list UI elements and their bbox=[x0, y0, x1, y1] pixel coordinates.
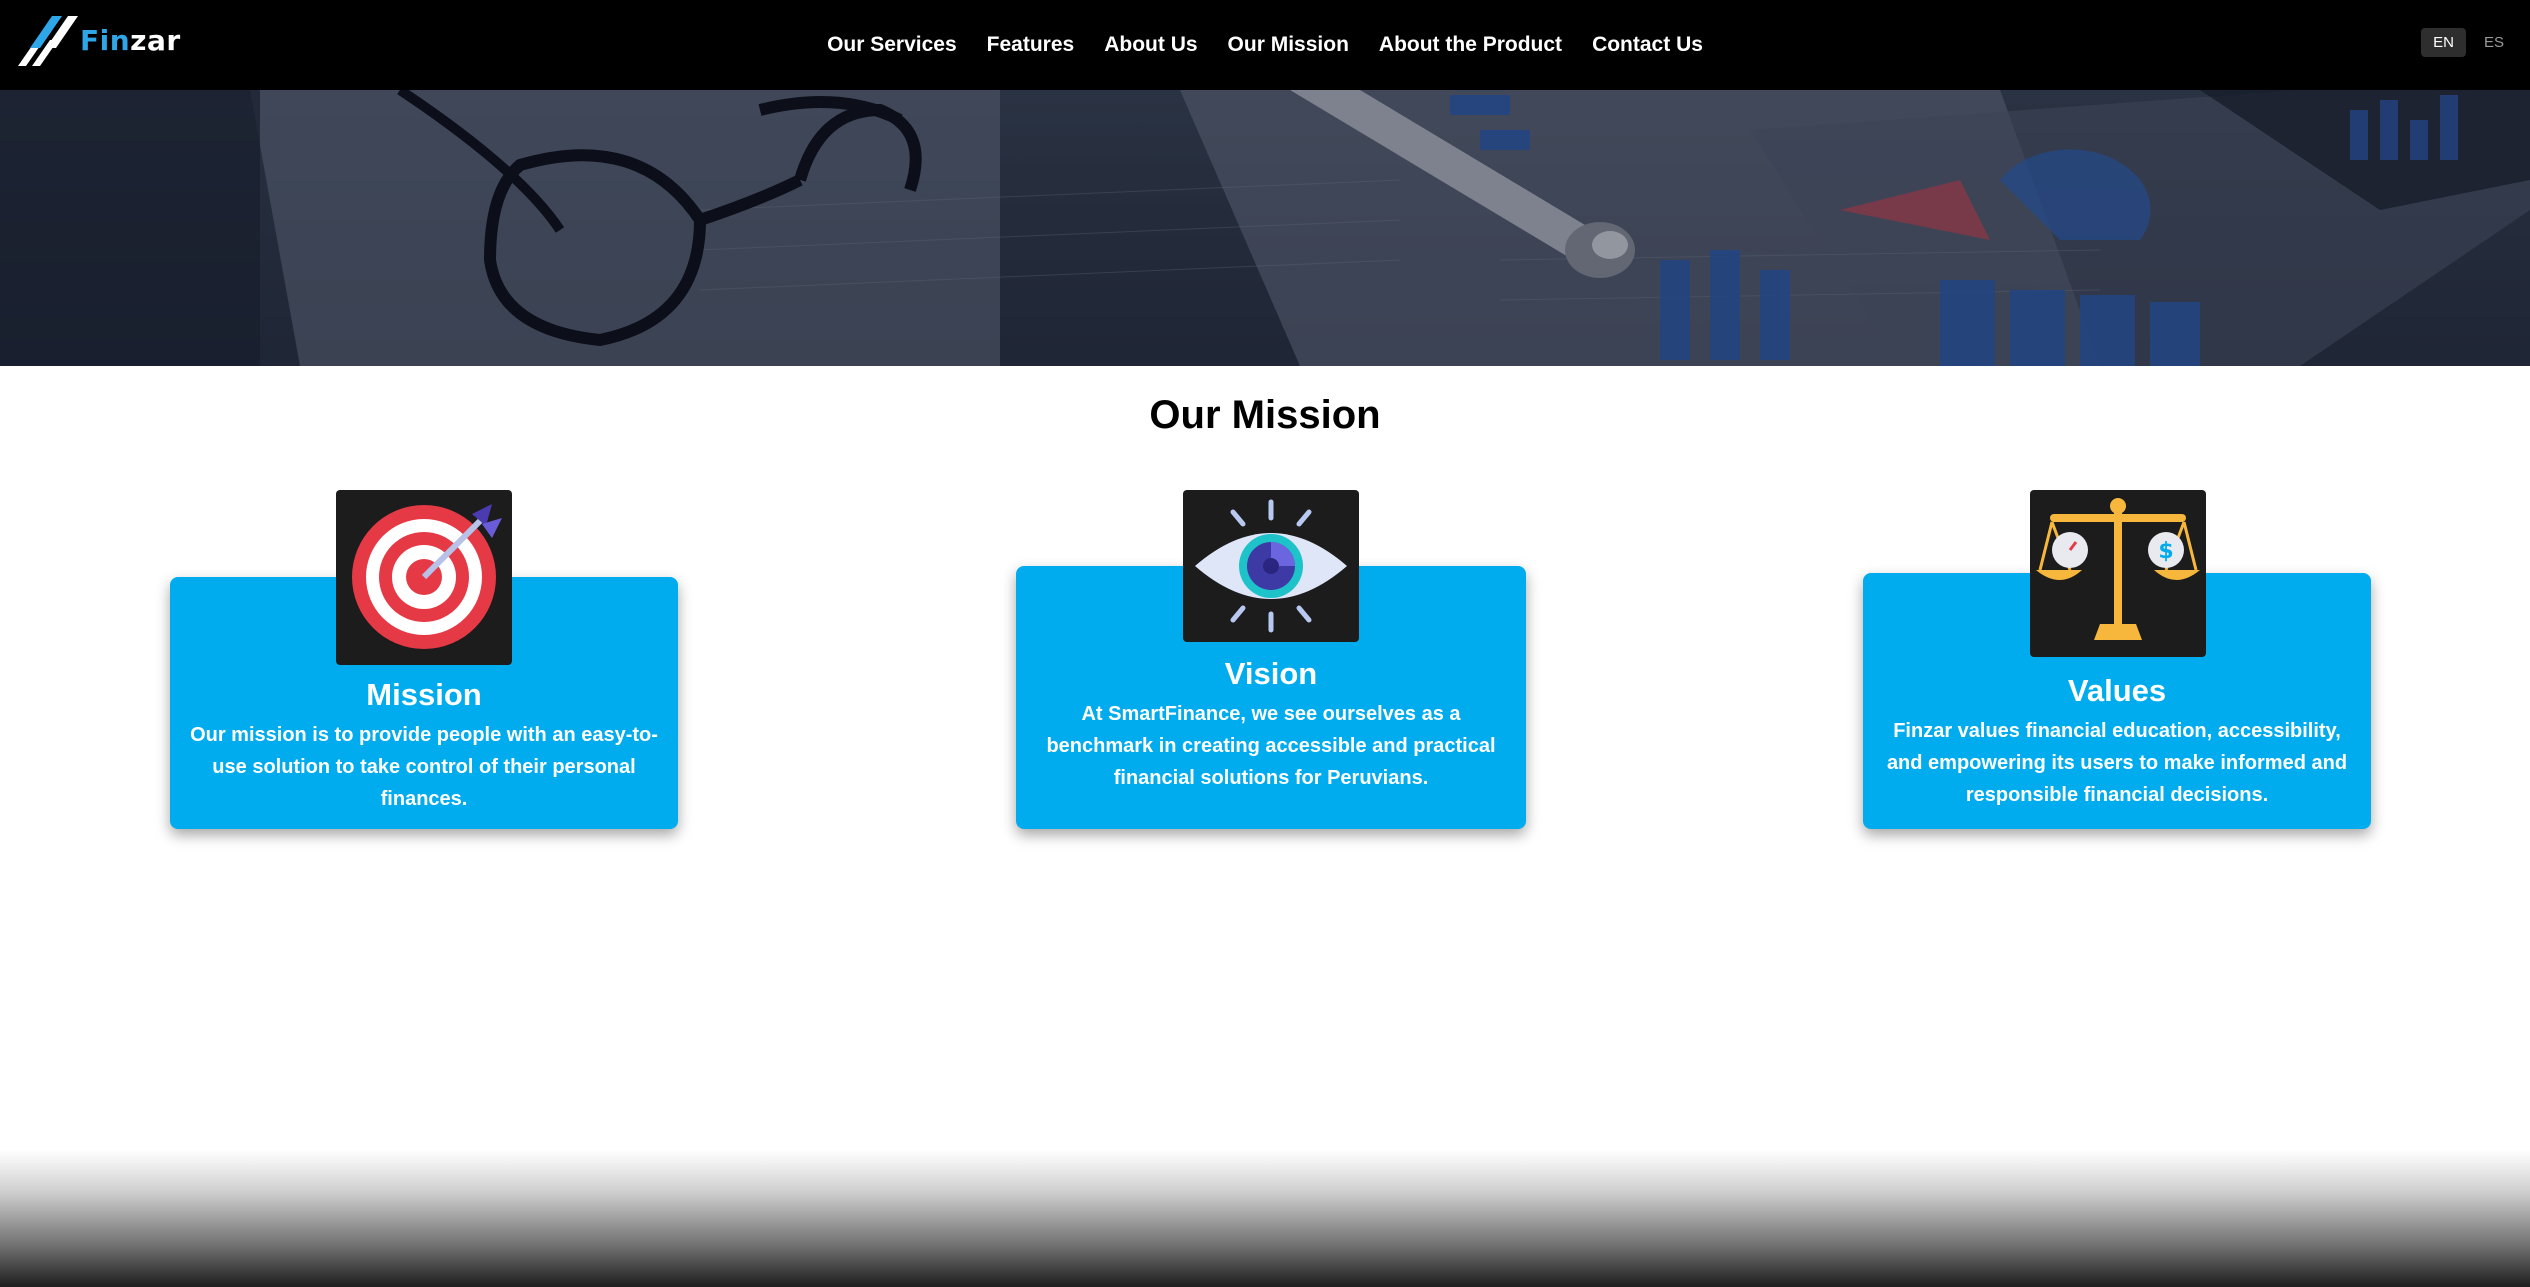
nav-about-us[interactable]: About Us bbox=[1104, 33, 1197, 57]
mission-card-title: Mission bbox=[366, 677, 482, 712]
main-nav: Our Services Features About Us Our Missi… bbox=[0, 0, 2530, 90]
hero-dark-overlay bbox=[0, 90, 2530, 366]
brand-logo[interactable]: Finzar bbox=[16, 10, 181, 70]
vision-card-text: At SmartFinance, we see ourselves as a b… bbox=[1046, 703, 1496, 789]
language-switcher: EN ES bbox=[2421, 28, 2516, 57]
scales-icon: $ bbox=[2030, 490, 2206, 657]
finzar-logo-icon bbox=[18, 16, 78, 66]
eye-icon bbox=[1183, 490, 1359, 642]
lang-es-button[interactable]: ES bbox=[2472, 28, 2516, 57]
lang-en-button[interactable]: EN bbox=[2421, 28, 2466, 57]
svg-text:$: $ bbox=[2158, 539, 2173, 564]
hero-banner-image bbox=[0, 90, 2530, 366]
values-card-text: Finzar values financial education, acces… bbox=[1886, 720, 2348, 806]
target-icon bbox=[336, 490, 512, 665]
nav-our-services[interactable]: Our Services bbox=[827, 33, 957, 57]
nav-our-mission[interactable]: Our Mission bbox=[1228, 33, 1349, 57]
section-title: Our Mission bbox=[1149, 393, 1381, 437]
nav-features[interactable]: Features bbox=[987, 33, 1075, 57]
nav-about-product[interactable]: About the Product bbox=[1379, 33, 1562, 57]
footer-gradient bbox=[0, 1150, 2530, 1287]
nav-contact-us[interactable]: Contact Us bbox=[1592, 33, 1703, 57]
vision-card-title: Vision bbox=[1224, 656, 1318, 691]
top-navbar: Finzar Our Services Features About Us Ou… bbox=[0, 0, 2530, 90]
brand-name: Finzar bbox=[80, 23, 181, 57]
values-card-title: Values bbox=[2067, 673, 2167, 708]
mission-card-text: Our mission is to provide people with an… bbox=[190, 724, 658, 810]
